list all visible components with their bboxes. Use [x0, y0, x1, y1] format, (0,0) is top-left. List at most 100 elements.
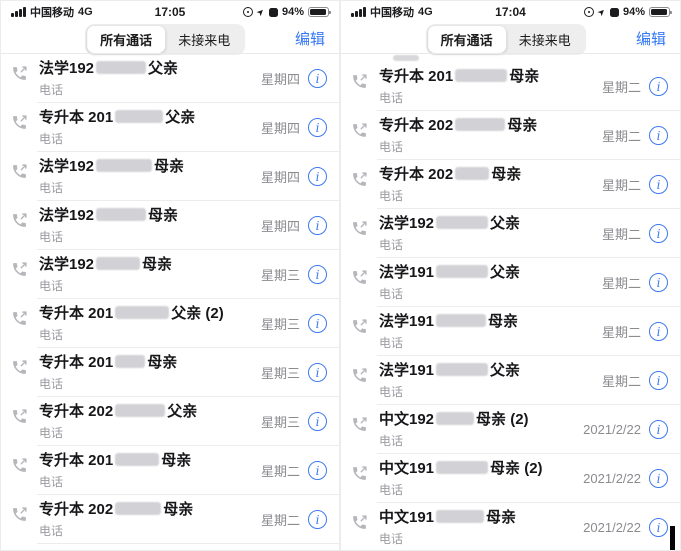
- info-icon[interactable]: i: [308, 216, 327, 235]
- call-log-row[interactable]: 法学191母亲 电话 星期二 i: [341, 307, 680, 356]
- call-log-row[interactable]: 法学192母亲 电话 星期四 i: [1, 152, 339, 201]
- contact-name: 专升本 202母亲: [379, 117, 560, 135]
- outgoing-call-icon: [11, 359, 28, 376]
- phone-screenshot-left: 中国移动 4G 17:05 ➤ 94% 所有通话 未接来电 编辑 法学: [0, 0, 340, 551]
- call-log-row[interactable]: 法学191父亲 电话 星期二 i: [341, 356, 680, 405]
- call-log-row[interactable]: 中文191母亲 电话 2021/2/22 i: [341, 503, 680, 550]
- info-icon[interactable]: i: [308, 167, 327, 186]
- outgoing-call-icon: [11, 408, 28, 425]
- call-log-row[interactable]: 专升本 202父亲 电话 星期三 i: [1, 397, 339, 446]
- redaction-blur: [115, 404, 165, 417]
- edit-button[interactable]: 编辑: [636, 28, 666, 49]
- info-icon[interactable]: i: [308, 265, 327, 284]
- call-log-row[interactable]: 法学192母亲 电话 星期三 i: [1, 250, 339, 299]
- dual-screenshot-canvas: 中国移动 4G 17:05 ➤ 94% 所有通话 未接来电 编辑 法学: [0, 0, 681, 551]
- call-log-row[interactable]: 专升本 201母亲 电话 星期二 i: [1, 446, 339, 495]
- tab-missed-calls[interactable]: 未接来电: [165, 26, 243, 53]
- outgoing-call-icon: [11, 261, 28, 278]
- info-icon[interactable]: i: [308, 510, 327, 529]
- call-log-row[interactable]: 法学191父亲 电话 星期二 i: [341, 258, 680, 307]
- info-icon[interactable]: i: [308, 69, 327, 88]
- tab-missed-calls[interactable]: 未接来电: [506, 26, 584, 53]
- redaction-blur: [96, 208, 146, 221]
- info-icon[interactable]: i: [649, 126, 668, 145]
- call-type-label: 电话: [379, 138, 560, 155]
- call-log-row[interactable]: 中文192母亲 (2) 电话 2021/2/22 i: [341, 405, 680, 454]
- contact-name: 专升本 201母亲: [379, 68, 560, 86]
- outgoing-call-icon: [351, 220, 368, 237]
- call-type-label: 电话: [379, 236, 560, 253]
- call-log-row[interactable]: 专升本 202母亲 电话 星期二 i: [341, 160, 680, 209]
- info-icon[interactable]: i: [308, 412, 327, 431]
- battery-icon: [308, 7, 329, 17]
- info-icon[interactable]: i: [649, 518, 668, 537]
- outgoing-call-icon: [351, 73, 368, 90]
- status-misc-icon: [269, 8, 278, 17]
- call-date-label: 星期三: [261, 314, 300, 333]
- call-type-label: 电话: [39, 81, 219, 98]
- segmented-control: 所有通话 未接来电: [426, 24, 586, 55]
- call-type-label: 电话: [379, 481, 560, 498]
- outgoing-call-icon: [11, 457, 28, 474]
- redaction-blur: [436, 412, 474, 425]
- call-date-label: 星期二: [602, 77, 641, 96]
- tab-all-calls[interactable]: 所有通话: [428, 26, 506, 53]
- alarm-clock-icon: [584, 7, 594, 17]
- contact-name: 法学192父亲: [379, 215, 560, 233]
- info-icon[interactable]: i: [308, 461, 327, 480]
- status-bar: 中国移动 4G 17:05 ➤ 94%: [1, 1, 339, 23]
- info-icon[interactable]: i: [649, 175, 668, 194]
- redaction-blur: [115, 110, 163, 123]
- call-type-label: 电话: [379, 187, 560, 204]
- redaction-blur: [455, 167, 489, 180]
- info-icon[interactable]: i: [649, 77, 668, 96]
- info-icon[interactable]: i: [649, 224, 668, 243]
- call-log-row[interactable]: 专升本 201母亲 电话 星期二 i: [341, 62, 680, 111]
- call-type-label: 电话: [39, 473, 219, 490]
- info-icon[interactable]: i: [649, 469, 668, 488]
- call-date-label: 星期三: [261, 363, 300, 382]
- info-icon[interactable]: i: [649, 420, 668, 439]
- info-icon[interactable]: i: [649, 322, 668, 341]
- redaction-blur: [436, 314, 486, 327]
- info-icon[interactable]: i: [308, 314, 327, 333]
- call-log-row[interactable]: 专升本 201母亲 电话 星期三 i: [1, 348, 339, 397]
- contact-name: 专升本 201母亲: [39, 354, 219, 372]
- call-log-row[interactable]: 法学192父亲 电话 星期四 i: [1, 54, 339, 103]
- call-log-row[interactable]: 专升本 201父亲 (2) 电话 星期三 i: [1, 299, 339, 348]
- cut-off-row-blur: [393, 55, 419, 61]
- outgoing-call-icon: [351, 465, 368, 482]
- info-icon[interactable]: i: [308, 363, 327, 382]
- contact-name: 中文192母亲 (2): [379, 411, 560, 429]
- alarm-clock-icon: [243, 7, 253, 17]
- outgoing-call-icon: [351, 318, 368, 335]
- contact-name: 法学192母亲: [39, 256, 219, 274]
- battery-percent-label: 94%: [623, 6, 645, 18]
- info-icon[interactable]: i: [308, 118, 327, 137]
- call-date-label: 星期二: [602, 175, 641, 194]
- call-type-label: 电话: [39, 424, 219, 441]
- contact-name: 专升本 201父亲 (2): [39, 305, 219, 323]
- info-icon[interactable]: i: [649, 371, 668, 390]
- call-log-row[interactable]: 中文191母亲 (2) 电话 2021/2/22 i: [341, 454, 680, 503]
- redaction-blur: [436, 363, 488, 376]
- outgoing-call-icon: [11, 65, 28, 82]
- edit-button[interactable]: 编辑: [295, 28, 325, 49]
- redaction-blur: [436, 510, 484, 523]
- tab-all-calls[interactable]: 所有通话: [87, 26, 165, 53]
- recents-tab-bar: 所有通话 未接来电 编辑: [341, 23, 680, 54]
- redaction-blur: [96, 61, 146, 74]
- outgoing-call-icon: [351, 122, 368, 139]
- info-icon[interactable]: i: [649, 273, 668, 292]
- call-log-row[interactable]: 专升本 202母亲 电话 星期二 i: [1, 495, 339, 544]
- call-log-row[interactable]: 法学192父亲 电话 星期二 i: [341, 209, 680, 258]
- contact-name: 专升本 202母亲: [379, 166, 560, 184]
- call-log-row[interactable]: 专升本 201父亲 电话 星期四 i: [1, 103, 339, 152]
- call-log-row[interactable]: 法学192母亲 电话 星期四 i: [1, 201, 339, 250]
- call-log-row[interactable]: 专升本 202母亲 电话 星期二 i: [341, 111, 680, 160]
- outgoing-call-icon: [351, 367, 368, 384]
- outgoing-call-icon: [11, 506, 28, 523]
- redaction-blur: [96, 159, 152, 172]
- battery-percent-label: 94%: [282, 6, 304, 18]
- contact-name: 法学191父亲: [379, 362, 560, 380]
